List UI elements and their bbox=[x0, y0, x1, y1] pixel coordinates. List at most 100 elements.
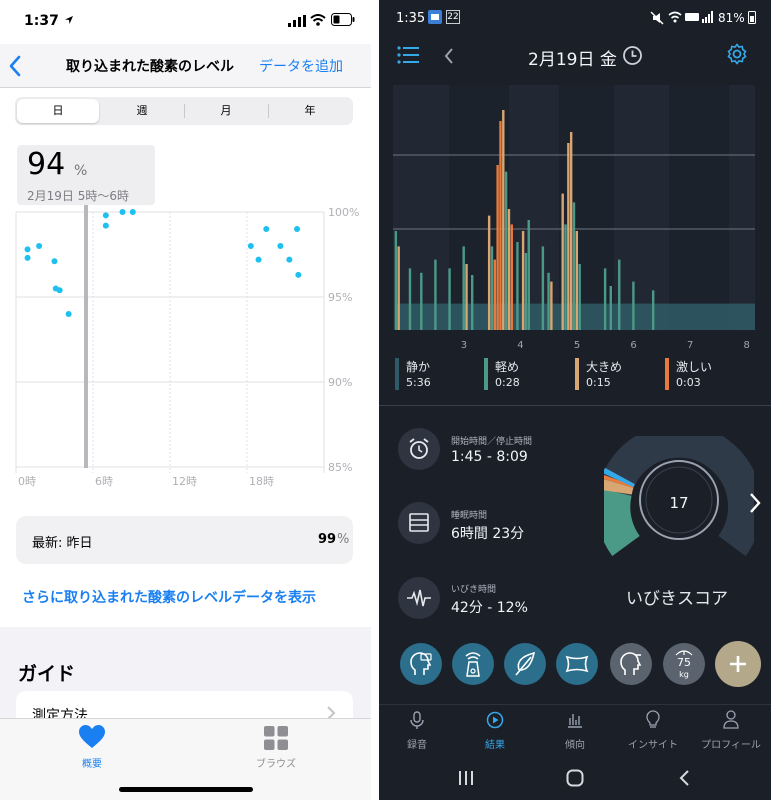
next-chevron-icon[interactable] bbox=[748, 492, 762, 514]
sleep-time-label: 睡眠時間 bbox=[451, 511, 488, 521]
factor-feather-button[interactable] bbox=[504, 643, 546, 685]
factor-head-button[interactable] bbox=[610, 643, 652, 685]
factor-device-button[interactable] bbox=[452, 643, 494, 685]
weight-unit: kg bbox=[679, 670, 689, 679]
legend-color-loud bbox=[575, 358, 579, 390]
snore-score-value: 17 bbox=[669, 494, 689, 512]
tab-results[interactable]: 結果 bbox=[460, 736, 530, 751]
snore-score-label: いびきスコア bbox=[626, 589, 728, 609]
alarm-clock-icon bbox=[409, 438, 429, 459]
snore-bar bbox=[632, 281, 635, 330]
add-factor-button[interactable] bbox=[715, 641, 761, 687]
y-tick-label: 85% bbox=[328, 461, 352, 474]
snore-bar bbox=[507, 209, 511, 330]
x-tick-label: 7 bbox=[687, 340, 693, 351]
back-icon[interactable] bbox=[678, 769, 690, 787]
weight-value: 75 bbox=[677, 656, 691, 669]
snore-bar bbox=[504, 171, 508, 330]
legend-label-quiet: 静か bbox=[406, 360, 431, 374]
snore-bar bbox=[510, 224, 513, 330]
data-point bbox=[277, 243, 284, 249]
snore-bar bbox=[524, 253, 528, 330]
heart-icon bbox=[79, 725, 105, 748]
legend-color-quiet bbox=[395, 358, 399, 390]
tab-browse[interactable]: ブラウズ bbox=[246, 723, 306, 771]
data-point bbox=[24, 246, 31, 253]
tab-trends[interactable]: 傾向 bbox=[540, 736, 610, 751]
snore-bar bbox=[564, 224, 567, 330]
snore-bar bbox=[462, 246, 465, 330]
snore-bar bbox=[487, 215, 491, 330]
snore-bar bbox=[567, 143, 570, 330]
selection-cursor[interactable] bbox=[84, 205, 88, 468]
divider bbox=[379, 405, 771, 406]
snore-bar bbox=[561, 193, 564, 330]
head-minus-icon bbox=[620, 652, 642, 675]
x-tick-label: 0時 bbox=[18, 475, 36, 488]
latest-unit: % bbox=[337, 532, 350, 547]
data-point bbox=[286, 256, 293, 263]
ios-tab-bar: 概要 ブラウズ bbox=[0, 718, 371, 800]
x-tick-label: 4 bbox=[517, 340, 523, 351]
data-point bbox=[36, 243, 43, 249]
data-point bbox=[119, 209, 126, 215]
data-point bbox=[255, 256, 262, 263]
tab-profile[interactable]: プロフィール bbox=[696, 736, 766, 751]
snore-bar bbox=[603, 268, 607, 330]
snore-bar bbox=[527, 220, 530, 330]
x-tick-label: 12時 bbox=[172, 475, 197, 488]
home-icon[interactable] bbox=[566, 769, 584, 787]
snore-bar bbox=[465, 264, 468, 330]
bed-icon-badge bbox=[398, 502, 440, 544]
factor-pillow-button[interactable] bbox=[556, 643, 598, 685]
image-gap bbox=[371, 0, 379, 800]
legend-label-loud: 大きめ bbox=[586, 360, 623, 374]
data-point bbox=[294, 226, 301, 232]
snore-app-screen: 1:35 22 81% 2月19日 金 345678 静か 5:36 軽め 0:… bbox=[379, 0, 771, 800]
data-point bbox=[247, 243, 254, 249]
snore-bar bbox=[578, 264, 581, 330]
tab-summary[interactable]: 概要 bbox=[62, 723, 122, 771]
data-point bbox=[295, 271, 302, 278]
microphone-icon bbox=[410, 711, 424, 729]
data-point bbox=[263, 226, 270, 232]
snore-bar bbox=[516, 242, 519, 330]
factor-talking-button[interactable] bbox=[400, 643, 442, 685]
profile-icon bbox=[723, 710, 739, 729]
data-point bbox=[102, 212, 109, 219]
pillow-icon bbox=[565, 655, 589, 673]
play-circle-icon bbox=[486, 711, 504, 729]
legend-value-loud: 0:15 bbox=[586, 376, 611, 389]
factor-weight-button[interactable]: 75 kg bbox=[663, 643, 705, 685]
latest-card: 最新: 昨日 99 % bbox=[16, 516, 353, 564]
x-tick-label: 3 bbox=[461, 340, 467, 351]
snore-bar bbox=[547, 272, 550, 330]
x-tick-label: 18時 bbox=[249, 475, 274, 488]
waveform-icon-badge bbox=[398, 577, 440, 619]
tab-insights[interactable]: インサイト bbox=[618, 736, 688, 751]
oxygen-scatter-chart[interactable]: 100% 95% 90% 85% 0時 6時 12時 18時 bbox=[0, 0, 371, 500]
snore-bar bbox=[575, 231, 579, 330]
snore-bar bbox=[618, 259, 621, 330]
feather-icon bbox=[515, 651, 536, 676]
recents-icon[interactable] bbox=[458, 770, 474, 786]
snore-bar bbox=[572, 202, 576, 330]
nasal-device-icon bbox=[465, 652, 481, 677]
legend-label-light: 軽め bbox=[495, 360, 520, 374]
snore-bar bbox=[448, 268, 451, 330]
snore-bar bbox=[394, 231, 398, 330]
snore-bar bbox=[502, 110, 505, 330]
start-stop-value: 1:45 - 8:09 bbox=[451, 449, 528, 465]
data-point bbox=[51, 258, 58, 265]
ios-health-screen: 1:37 取り込まれた酸素のレベル データを追加 日 週 月 年 94 % 2月… bbox=[0, 0, 371, 800]
data-point bbox=[24, 254, 31, 261]
y-tick-label: 100% bbox=[328, 206, 359, 219]
tab-record[interactable]: 録音 bbox=[382, 736, 452, 751]
snore-bar bbox=[651, 290, 655, 330]
home-indicator bbox=[119, 787, 253, 792]
show-more-link[interactable]: さらに取り込まれた酸素のレベルデータを表示 bbox=[22, 587, 316, 607]
scale-dial-icon bbox=[675, 650, 693, 656]
latest-label: 最新: 昨日 bbox=[32, 536, 93, 551]
snore-intensity-chart[interactable]: 3 4 5 6 7 8 bbox=[379, 0, 771, 405]
x-tick-label: 5 bbox=[574, 340, 580, 351]
